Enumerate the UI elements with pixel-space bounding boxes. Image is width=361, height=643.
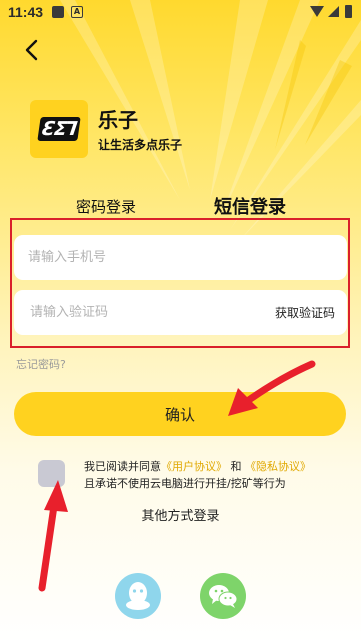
get-code-button[interactable]: 获取验证码: [275, 304, 335, 321]
app-logo: ƐΣ⅂: [30, 100, 88, 158]
wifi-icon: [310, 6, 324, 17]
agreement-text: 我已阅读并同意《用户协议》 和 《隐私协议》 且承诺不使用云电脑进行开挂/挖矿等…: [84, 458, 344, 492]
tab-password-login[interactable]: 密码登录: [76, 196, 136, 217]
agreement-suffix: 且承诺不使用云电脑进行开挂/挖矿等行为: [84, 477, 286, 490]
notification-icon: [52, 6, 64, 18]
confirm-button[interactable]: 确认: [14, 392, 346, 436]
qq-login-button[interactable]: [115, 573, 161, 619]
back-button[interactable]: [20, 36, 44, 64]
agreement-prefix: 我已阅读并同意: [84, 460, 161, 473]
wechat-login-button[interactable]: [200, 573, 246, 619]
a-icon: A: [71, 6, 83, 18]
forgot-password-link[interactable]: 忘记密码?: [16, 356, 66, 372]
agreement-checkbox[interactable]: [38, 460, 65, 487]
app-slogan: 让生活多点乐子: [98, 138, 183, 152]
logo-mark: ƐΣ⅂: [37, 117, 81, 141]
code-input-row: 获取验证码: [14, 290, 347, 335]
signal-icon: [328, 6, 339, 17]
app-name: 乐子: [98, 108, 138, 132]
status-bar: 11:43 A: [0, 0, 361, 24]
tab-sms-login[interactable]: 短信登录: [214, 193, 286, 219]
other-login-label: 其他方式登录: [141, 509, 220, 524]
user-agreement-link[interactable]: 《用户协议》: [161, 460, 227, 473]
annotation-arrow-to-checkbox: [38, 480, 68, 592]
privacy-policy-link[interactable]: 《隐私协议》: [245, 460, 311, 473]
wechat-icon: [209, 585, 238, 608]
phone-input-row: [14, 235, 347, 280]
status-time: 11:43: [8, 4, 44, 20]
phone-input[interactable]: [14, 235, 347, 280]
qq-icon: [126, 582, 150, 610]
verification-code-input[interactable]: [14, 290, 254, 335]
battery-icon: [345, 5, 352, 18]
chevron-left-icon: [25, 39, 38, 61]
agreement-and: 和: [230, 460, 242, 473]
